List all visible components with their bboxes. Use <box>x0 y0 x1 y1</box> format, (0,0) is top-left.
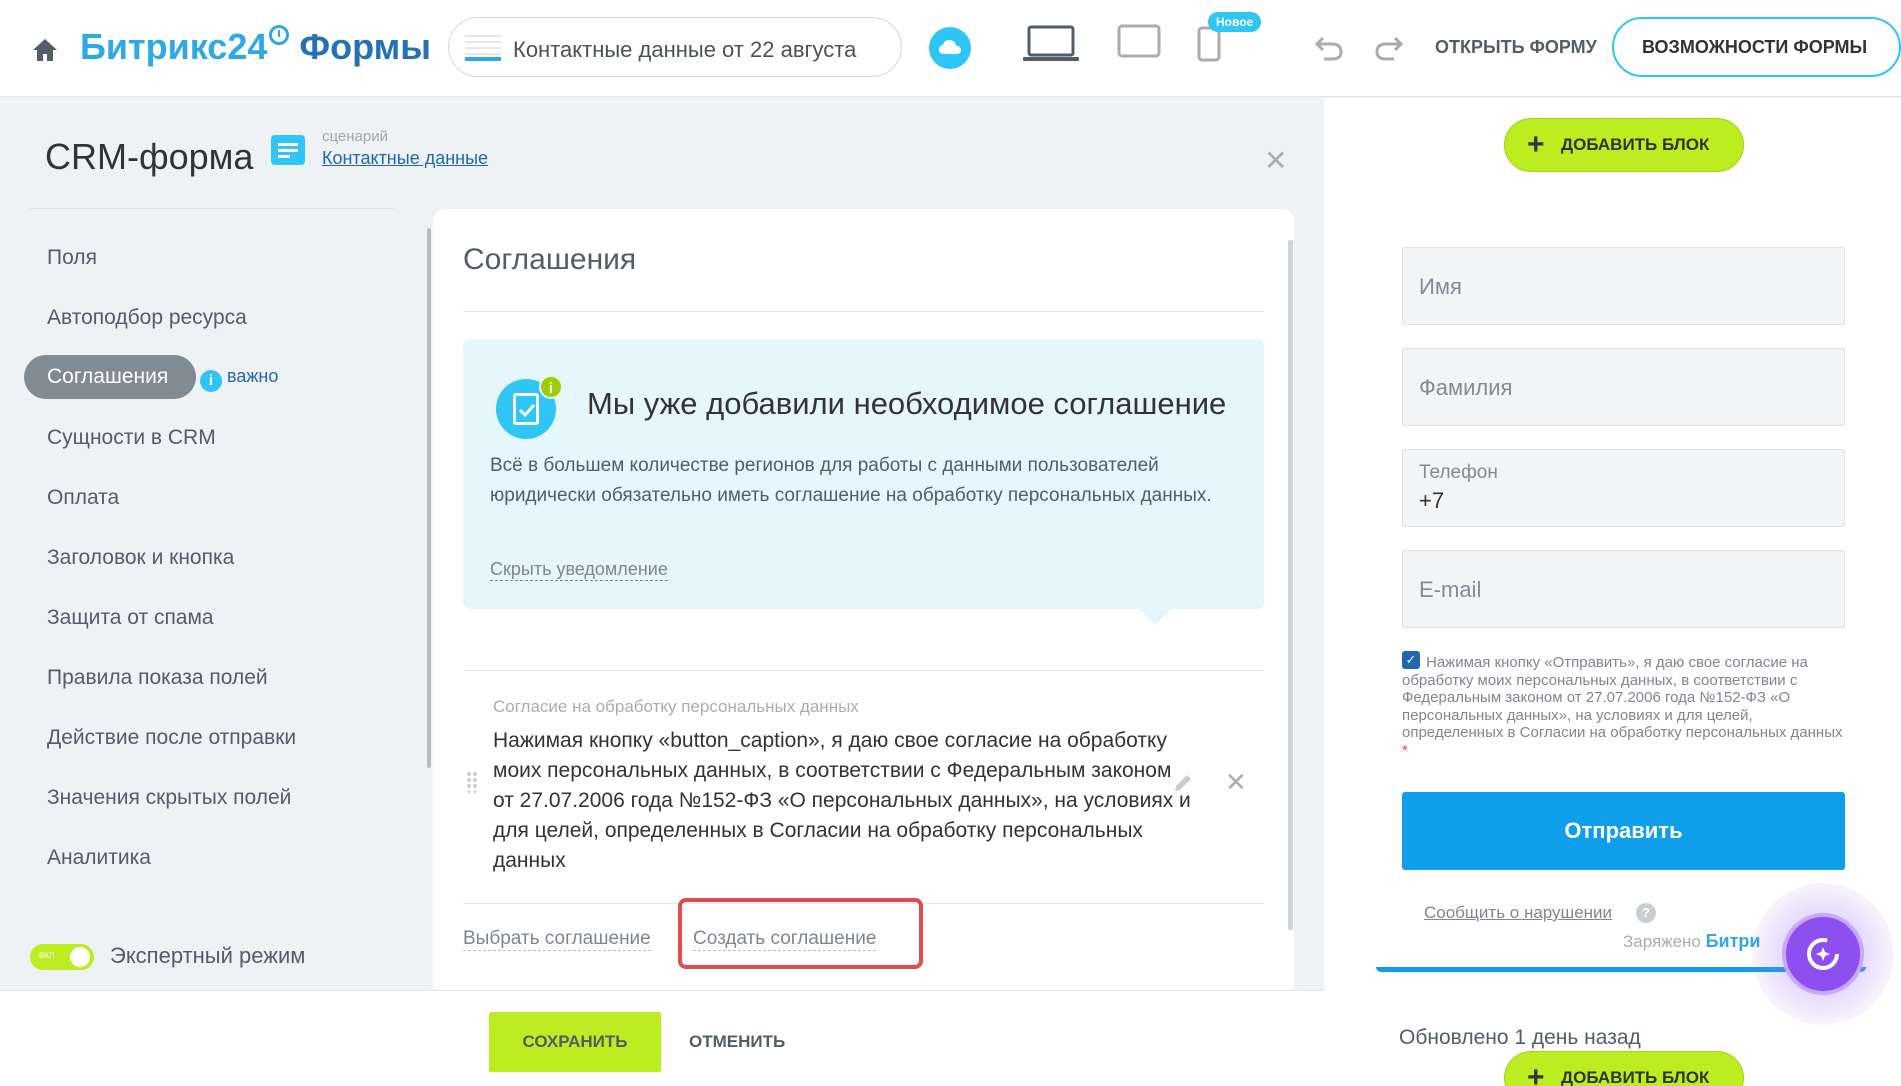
toggle-knob <box>70 947 90 967</box>
home-icon[interactable] <box>30 36 60 64</box>
undo-icon[interactable] <box>1314 34 1344 62</box>
logo: Битрикс24 Формы <box>80 25 431 68</box>
info-badge-icon: i <box>539 375 563 399</box>
add-block-label: ДОБАВИТЬ БЛОК <box>1561 1068 1710 1086</box>
powered-prefix: Заряжено <box>1623 932 1701 951</box>
field-placeholder: Фамилия <box>1419 375 1513 400</box>
form-title-field[interactable]: Контактные данные от 22 августа <box>448 17 902 77</box>
notice-title: Мы уже добавили необходимое соглашение <box>587 386 1227 421</box>
nav-item-resource-autoselect[interactable]: Автоподбор ресурса <box>47 306 247 330</box>
updated-status: Обновлено 1 день назад <box>1399 1026 1641 1049</box>
important-hint[interactable]: i важно <box>200 366 278 392</box>
nav-item-hidden-fields[interactable]: Значения скрытых полей <box>47 786 291 810</box>
hide-notice-link[interactable]: Скрыть уведомление <box>490 559 668 581</box>
notice-box: i Мы уже добавили необходимое соглашение… <box>463 339 1264 609</box>
phone-field[interactable]: Телефон +7 <box>1402 449 1845 527</box>
plus-icon: + <box>1527 128 1545 161</box>
cloud-icon[interactable] <box>929 27 971 69</box>
close-icon[interactable]: ✕ <box>1264 144 1287 177</box>
field-value: +7 <box>1419 488 1445 513</box>
add-block-button-bottom[interactable]: + ДОБАВИТЬ БЛОК <box>1504 1051 1744 1086</box>
field-label: Телефон <box>1419 462 1498 483</box>
section-title: Соглашения <box>463 243 637 276</box>
tablet-icon[interactable] <box>1117 24 1161 60</box>
divider <box>30 208 394 209</box>
nav-item-header-button[interactable]: Заголовок и кнопка <box>47 546 234 570</box>
last-name-field[interactable]: Фамилия <box>1402 348 1845 426</box>
agreements-panel: Соглашения i Мы уже добавили необходимое… <box>433 209 1294 990</box>
field-placeholder: Имя <box>1419 274 1462 299</box>
settings-sidebar: CRM-форма сценарий Контактные данные Пол… <box>0 98 488 990</box>
consent-label: Согласие на обработку персональных данны… <box>493 697 859 716</box>
agreement-checkbox[interactable]: ✓ <box>1402 651 1420 669</box>
important-label: важно <box>227 366 279 386</box>
nav-item-spam-protection[interactable]: Защита от спама <box>47 606 214 630</box>
nav-item-agreements[interactable]: Соглашения <box>24 355 196 399</box>
scrollbar[interactable] <box>1288 240 1293 930</box>
nav-item-crm-entities[interactable]: Сущности в CRM <box>47 426 216 450</box>
new-badge: Новое <box>1208 12 1262 32</box>
expert-mode-toggle[interactable]: вкл <box>30 944 94 970</box>
required-mark: * <box>1402 741 1408 759</box>
logo-forms: Формы <box>299 26 431 67</box>
top-bar: Битрикс24 Формы Контактные данные от 22 а… <box>0 0 1901 97</box>
document-icon <box>465 35 501 61</box>
powered-by[interactable]: Заряжено Битри <box>1623 931 1761 952</box>
email-field[interactable]: E-mail <box>1402 550 1845 628</box>
toggle-label: вкл <box>39 950 55 961</box>
clock-icon <box>269 25 290 45</box>
create-agreement-link[interactable]: Создать соглашение <box>693 928 877 951</box>
page-title: CRM-форма <box>45 136 254 177</box>
first-name-field[interactable]: Имя <box>1402 247 1845 325</box>
form-features-button[interactable]: ВОЗМОЖНОСТИ ФОРМЫ <box>1612 17 1901 77</box>
expert-mode-label: Экспертный режим <box>110 943 306 968</box>
notice-tail <box>1137 607 1173 625</box>
divider <box>463 311 1264 312</box>
logo-b24: Битрикс24 <box>80 26 268 67</box>
nav-item-fields[interactable]: Поля <box>47 246 97 270</box>
plus-icon: + <box>1527 1061 1545 1086</box>
footer-bar: СОХРАНИТЬ ОТМЕНИТЬ <box>0 990 1324 1086</box>
scenario-icon <box>271 135 305 165</box>
nav-item-field-rules[interactable]: Правила показа полей <box>47 666 268 690</box>
divider <box>463 670 1264 671</box>
nav-item-after-submit[interactable]: Действие после отправки <box>47 726 296 750</box>
scenario-label: сценарий <box>322 128 388 145</box>
info-icon: i <box>200 370 222 392</box>
nav-item-analytics[interactable]: Аналитика <box>47 846 151 870</box>
choose-agreement-link[interactable]: Выбрать соглашение <box>463 928 651 951</box>
drag-handle-icon[interactable] <box>466 771 478 793</box>
field-placeholder: E-mail <box>1419 577 1482 602</box>
agreement-body: Нажимая кнопку «Отправить», я даю свое с… <box>1402 654 1843 741</box>
report-abuse-link[interactable]: Сообщить о нарушении <box>1424 903 1612 923</box>
cancel-button[interactable]: ОТМЕНИТЬ <box>689 1032 785 1052</box>
delete-icon[interactable]: ✕ <box>1225 767 1247 798</box>
notice-text: Всё в большем количестве регионов для ра… <box>490 455 1212 506</box>
save-button[interactable]: СОХРАНИТЬ <box>489 1012 661 1072</box>
scenario-link[interactable]: Контактные данные <box>322 148 488 169</box>
add-block-label: ДОБАВИТЬ БЛОК <box>1561 135 1710 154</box>
ai-assistant-icon[interactable] <box>1752 883 1894 1025</box>
laptop-icon[interactable] <box>1022 24 1080 64</box>
open-form-link[interactable]: ОТКРЫТЬ ФОРМУ <box>1435 37 1597 58</box>
agreement-text: Нажимая кнопку «Отправить», я даю свое с… <box>1402 654 1847 759</box>
agreement-icon: i <box>496 375 563 439</box>
consent-text: Нажимая кнопку «button_caption», я даю с… <box>493 729 1191 872</box>
form-title: Контактные данные от 22 августа <box>513 37 857 62</box>
nav-item-payment[interactable]: Оплата <box>47 486 119 510</box>
help-icon[interactable]: ? <box>1636 903 1656 923</box>
pencil-icon[interactable] <box>1172 772 1194 794</box>
scrollbar[interactable] <box>427 228 431 768</box>
redo-icon[interactable] <box>1374 34 1404 62</box>
add-block-button[interactable]: + ДОБАВИТЬ БЛОК <box>1504 118 1744 172</box>
send-button[interactable]: Отправить <box>1402 792 1845 870</box>
